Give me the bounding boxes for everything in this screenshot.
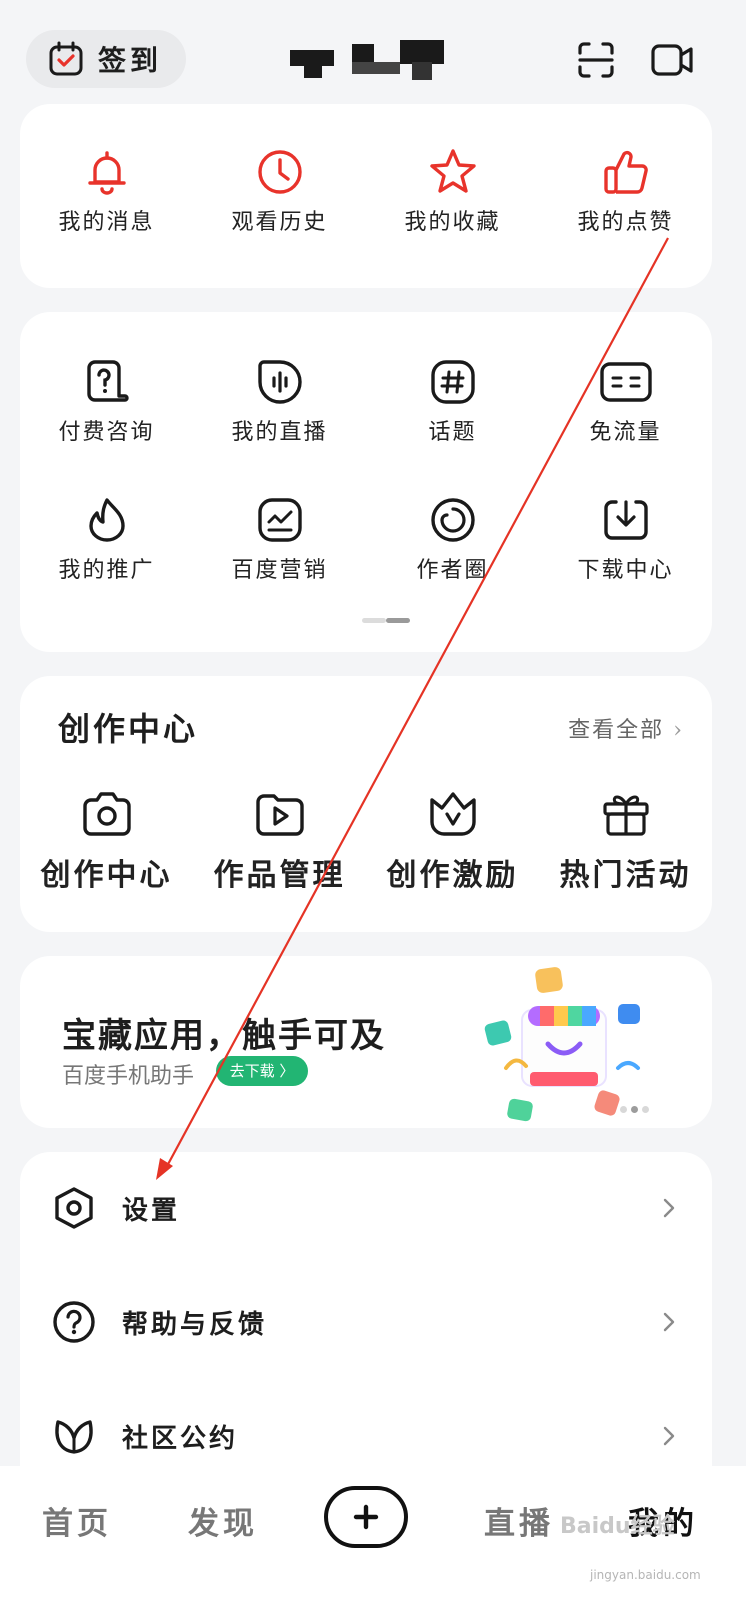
thumbs-up-icon: [603, 150, 648, 194]
app-store-illustration-icon: [484, 967, 640, 1122]
tool-label: 下载中心: [577, 558, 674, 583]
paid-consult-icon: [86, 360, 129, 402]
help-circle-icon: [53, 1301, 95, 1343]
play-folder-icon: [255, 794, 304, 836]
creation-item-center[interactable]: 创作中心: [20, 790, 193, 894]
quick-action-favorites[interactable]: 我的收藏: [366, 148, 539, 236]
tool-download-center[interactable]: 下载中心: [539, 496, 712, 584]
bell-icon: [87, 151, 126, 195]
hashtag-icon: [430, 360, 475, 404]
creation-item-events[interactable]: 热门活动: [539, 790, 712, 894]
tool-my-promotion[interactable]: 我的推广: [20, 496, 193, 584]
menu-row-label: 社区公约: [122, 1424, 239, 1454]
tool-my-live[interactable]: 我的直播: [193, 358, 366, 446]
quick-action-label: 观看历史: [231, 210, 328, 235]
tab-discover[interactable]: 发现: [188, 1498, 258, 1543]
creation-item-label: 创作中心: [40, 858, 173, 893]
tools-card: 付费咨询 我的直播 话题 免流量 我的推广 百度营销 作者圈 下载中心: [20, 312, 712, 652]
tool-author-circle[interactable]: 作者圈: [366, 496, 539, 584]
create-button[interactable]: [324, 1486, 408, 1548]
creation-item-works[interactable]: 作品管理: [193, 790, 366, 894]
gift-icon: [602, 795, 649, 836]
quick-action-likes[interactable]: 我的点赞: [539, 148, 712, 236]
banner-pager: [620, 1106, 658, 1114]
settings-list: 设置 帮助与反馈 社区公约: [20, 1152, 712, 1512]
tool-topics[interactable]: 话题: [366, 358, 539, 446]
tab-live[interactable]: 直播: [484, 1498, 554, 1543]
sign-in-label: 签到: [98, 44, 163, 77]
menu-row-settings[interactable]: 设置: [20, 1152, 712, 1264]
tool-label: 付费咨询: [58, 420, 155, 445]
scan-icon[interactable]: [576, 40, 616, 80]
chevron-right-icon: [663, 1198, 675, 1218]
chevron-right-icon: ›: [673, 718, 684, 743]
marketing-icon: [257, 498, 302, 542]
settings-hexagon-icon: [55, 1187, 93, 1229]
sign-in-button[interactable]: 签到: [26, 30, 186, 88]
tool-label: 我的直播: [231, 420, 328, 445]
tool-baidu-marketing[interactable]: 百度营销: [193, 496, 366, 584]
chevron-right-icon: [663, 1426, 675, 1446]
view-all-label: 查看全部: [568, 718, 665, 743]
tool-label: 免流量: [589, 420, 662, 445]
username-redacted: [290, 40, 446, 80]
tool-free-data[interactable]: 免流量: [539, 358, 712, 446]
creation-item-incentive[interactable]: 创作激励: [366, 790, 539, 894]
menu-row-label: 设置: [122, 1196, 181, 1226]
tools-pager: [362, 618, 410, 623]
menu-row-help-feedback[interactable]: 帮助与反馈: [20, 1266, 712, 1378]
menu-row-label: 帮助与反馈: [122, 1310, 268, 1340]
tool-label: 作者圈: [416, 558, 489, 583]
star-icon: [429, 149, 476, 193]
crown-icon: [429, 792, 476, 836]
leaf-icon: [55, 1420, 93, 1454]
quick-action-label: 我的收藏: [404, 210, 501, 235]
tool-label: 百度营销: [231, 558, 328, 583]
quick-action-history[interactable]: 观看历史: [193, 148, 366, 236]
download-button[interactable]: 去下载 〉: [216, 1056, 308, 1086]
quick-actions-card: 我的消息 观看历史 我的收藏 我的点赞: [20, 104, 712, 288]
section-title: 创作中心: [58, 710, 199, 748]
video-camera-icon[interactable]: [650, 40, 694, 80]
tab-home[interactable]: 首页: [42, 1498, 112, 1543]
view-all-link[interactable]: 查看全部 ›: [568, 712, 684, 744]
promo-banner[interactable]: 宝藏应用，触手可及 百度手机助手 去下载 〉: [20, 956, 712, 1128]
live-icon: [257, 360, 302, 404]
author-circle-icon: [430, 498, 475, 542]
creation-item-label: 创作激励: [386, 858, 519, 893]
plus-icon: [353, 1504, 379, 1530]
baidu-watermark-url: jingyan.baidu.com: [590, 1568, 701, 1582]
camera-icon: [82, 792, 131, 836]
top-bar: 签到: [0, 0, 746, 110]
bottom-tab-bar: 首页 发现 直播 我的 Baidu经验 jingyan.baidu.com: [0, 1466, 746, 1600]
quick-action-label: 我的点赞: [577, 210, 674, 235]
calendar-check-icon: [49, 41, 83, 76]
banner-title: 宝藏应用，触手可及: [62, 1016, 386, 1056]
clock-icon: [257, 150, 302, 194]
free-data-icon: [599, 362, 652, 402]
tool-label: 我的推广: [58, 558, 155, 583]
flame-icon: [88, 498, 125, 542]
banner-subtitle: 百度手机助手: [62, 1064, 195, 1089]
quick-action-label: 我的消息: [58, 210, 155, 235]
baidu-watermark: Baidu经验: [560, 1514, 675, 1539]
creation-item-label: 作品管理: [213, 858, 346, 893]
tool-paid-consult[interactable]: 付费咨询: [20, 358, 193, 446]
quick-action-messages[interactable]: 我的消息: [20, 148, 193, 236]
tool-label: 话题: [428, 420, 477, 445]
download-icon: [603, 500, 648, 540]
chevron-right-icon: [663, 1312, 675, 1332]
creation-center-card: 创作中心 查看全部 › 创作中心 作品管理 创作激励 热门活动: [20, 676, 712, 932]
creation-item-label: 热门活动: [559, 858, 692, 893]
